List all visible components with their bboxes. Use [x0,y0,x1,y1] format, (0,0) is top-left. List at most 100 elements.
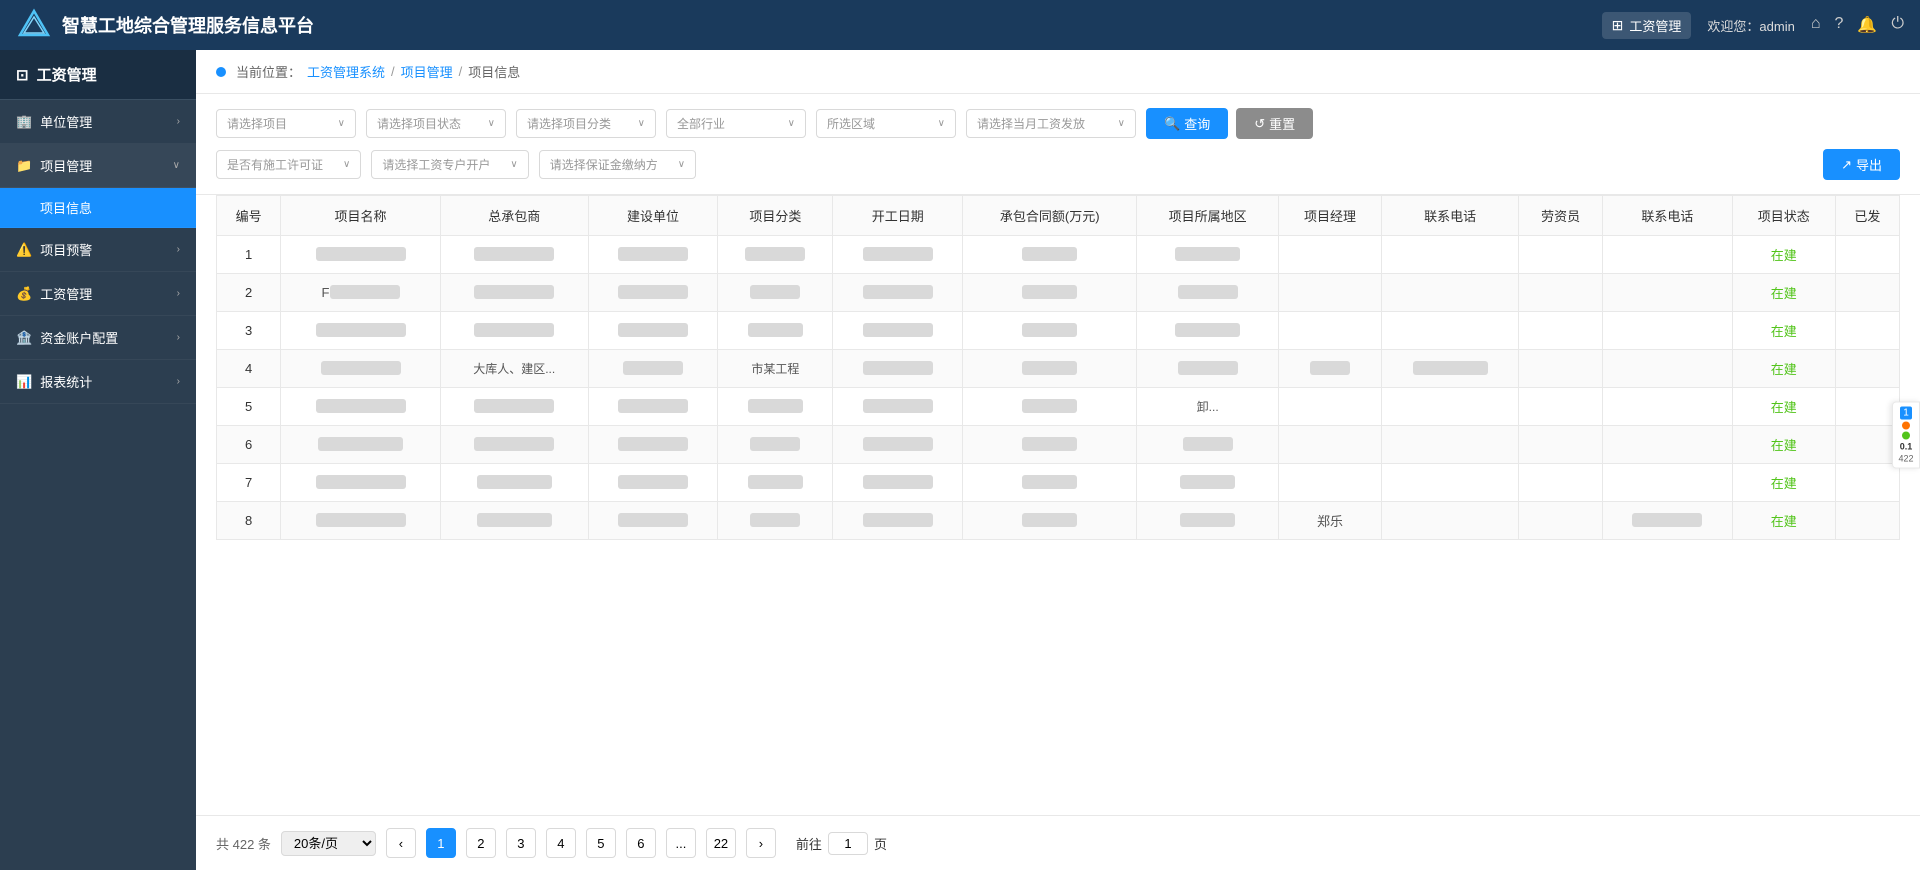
sidebar-module-icon: ⊡ [16,66,29,84]
sidebar-item-unit[interactable]: 🏢 单位管理 › [0,100,196,144]
col-header-contractor: 总承包商 [440,196,588,236]
breadcrumb: 当前位置： 工资管理系统 / 项目管理 / 项目信息 [196,50,1920,94]
prev-page-button[interactable]: ‹ [386,828,416,858]
page-btn-5[interactable]: 5 [586,828,616,858]
sidebar-item-report-label: 报表统计 [40,372,92,391]
filter-permit[interactable]: 是否有施工许可证 ∨ [216,150,361,179]
sidebar-item-warning[interactable]: ⚠️ 项目预警 › [0,228,196,272]
filter-row-1: 请选择项目 ∨ 请选择项目状态 ∨ 请选择项目分类 ∨ 全部行业 ∨ [216,108,1900,139]
float-dot-orange [1902,422,1910,430]
breadcrumb-prefix: 当前位置： [236,62,301,81]
reset-icon: ↺ [1254,116,1265,132]
sidebar-item-account-label: 资金账户配置 [40,328,118,347]
page-btn-1[interactable]: 1 [426,828,456,858]
help-icon[interactable]: ? [1835,15,1844,35]
table-row: 1 [217,236,1900,274]
filter-area: 请选择项目 ∨ 请选择项目状态 ∨ 请选择项目分类 ∨ 全部行业 ∨ [196,94,1920,195]
sidebar-sub-item-project-info[interactable]: 项目信息 [0,188,196,228]
chevron-down-icon: ∨ [173,160,180,171]
header-icons: ⌂ ? 🔔 ⏻ [1811,15,1904,35]
query-button[interactable]: 🔍 查询 [1146,108,1228,139]
app-title: 智慧工地综合管理服务信息平台 [62,12,314,38]
sidebar-item-project-label: 项目管理 [40,156,92,175]
sidebar-item-warning-label: 项目预警 [40,240,92,259]
pagination-total: 共 422 条 [216,834,271,853]
status-badge: 在建 [1771,286,1797,301]
search-icon: 🔍 [1164,116,1180,132]
table-row: 8 郑乐 [217,502,1900,540]
breadcrumb-page: 项目信息 [468,62,520,81]
warning-icon: ⚠️ [16,242,32,258]
unit-icon: 🏢 [16,114,32,130]
table-row: 2 F [217,274,1900,312]
page-btn-3[interactable]: 3 [506,828,536,858]
power-icon[interactable]: ⏻ [1891,15,1904,35]
export-button[interactable]: ↗ 导出 [1823,149,1900,180]
sidebar-header: ⊡ 工资管理 [0,50,196,100]
page-btn-22[interactable]: 22 [706,828,736,858]
filter-region[interactable]: 所选区域 ∨ [816,109,956,138]
float-panel: 1 0.1 422 [1892,402,1920,469]
filter-status[interactable]: 请选择项目状态 ∨ [366,109,506,138]
page-btn-6[interactable]: 6 [626,828,656,858]
logo-icon [16,7,52,43]
page-btn-2[interactable]: 2 [466,828,496,858]
goto-input[interactable] [828,832,868,855]
goto-label: 前往 [796,834,822,853]
chevron-right-report-icon: › [177,376,180,387]
pagination-area: 共 422 条 20条/页 ‹ 1 2 3 4 5 6 ... 22 › 前往 … [196,815,1920,870]
filter-account-open[interactable]: 请选择工资专户开户 ∨ [371,150,528,179]
filter-project[interactable]: 请选择项目 ∨ [216,109,356,138]
col-header-phone2: 联系电话 [1602,196,1732,236]
table-header-row: 编号 项目名称 总承包商 建设单位 项目分类 开工日期 承包合同额(万元) 项目… [217,196,1900,236]
sidebar-item-account[interactable]: 🏦 资金账户配置 › [0,316,196,360]
filter-buttons-row1: 🔍 查询 ↺ 重置 [1146,108,1313,139]
reset-button[interactable]: ↺ 重置 [1236,108,1313,139]
page-btn-ellipsis[interactable]: ... [666,828,696,858]
page-btn-4[interactable]: 4 [546,828,576,858]
col-header-labor: 劳资员 [1519,196,1603,236]
bell-icon[interactable]: 🔔 [1857,15,1877,35]
chevron-right-salary-icon: › [177,288,180,299]
filter-permit-label: 是否有施工许可证 [227,156,323,173]
breadcrumb-module[interactable]: 项目管理 [401,62,453,81]
page-size-select[interactable]: 20条/页 [281,831,376,856]
welcome-text: 欢迎您：admin [1707,16,1794,35]
chevron-right-icon: › [177,116,180,127]
chevron-down-region-icon: ∨ [938,118,945,129]
table-area[interactable]: 编号 项目名称 总承包商 建设单位 项目分类 开工日期 承包合同额(万元) 项目… [196,195,1920,815]
sidebar-item-salary[interactable]: 💰 工资管理 › [0,272,196,316]
sidebar-item-report[interactable]: 📊 报表统计 › [0,360,196,404]
filter-industry-label: 全部行业 [677,115,725,132]
filter-project-label: 请选择项目 [227,115,287,132]
col-header-manager: 项目经理 [1279,196,1382,236]
filter-left-row2: 是否有施工许可证 ∨ 请选择工资专户开户 ∨ 请选择保证金缴纳方 ∨ [216,150,696,179]
filter-region-label: 所选区域 [827,115,875,132]
filter-row-2: 是否有施工许可证 ∨ 请选择工资专户开户 ∨ 请选择保证金缴纳方 ∨ ↗ 导出 [216,149,1900,180]
status-badge: 在建 [1771,514,1797,529]
filter-category[interactable]: 请选择项目分类 ∨ [516,109,656,138]
next-page-button[interactable]: › [746,828,776,858]
col-header-start-date: 开工日期 [833,196,963,236]
chevron-down-account-icon: ∨ [510,159,517,170]
module-label: 工资管理 [1629,16,1681,35]
breadcrumb-system[interactable]: 工资管理系统 [307,62,385,81]
sidebar-item-unit-label: 单位管理 [40,112,92,131]
data-table: 编号 项目名称 总承包商 建设单位 项目分类 开工日期 承包合同额(万元) 项目… [216,195,1900,540]
filter-salary-month-label: 请选择当月工资发放 [977,115,1085,132]
status-badge: 在建 [1771,476,1797,491]
breadcrumb-dot [216,67,226,77]
sidebar-item-project[interactable]: 📁 项目管理 ∨ [0,144,196,188]
filter-guarantee-label: 请选择保证金缴纳方 [550,156,658,173]
salary-icon: 💰 [16,286,32,302]
col-header-contract-amount: 承包合同额(万元) [963,196,1137,236]
chevron-down-project-icon: ∨ [338,118,345,129]
filter-guarantee[interactable]: 请选择保证金缴纳方 ∨ [539,150,696,179]
filter-industry[interactable]: 全部行业 ∨ [666,109,806,138]
project-icon: 📁 [16,158,32,174]
page-goto: 前往 页 [796,832,887,855]
col-header-status: 项目状态 [1732,196,1835,236]
home-icon[interactable]: ⌂ [1811,15,1821,35]
filter-salary-month[interactable]: 请选择当月工资发放 ∨ [966,109,1136,138]
header-module[interactable]: ⊞ 工资管理 [1602,12,1692,39]
